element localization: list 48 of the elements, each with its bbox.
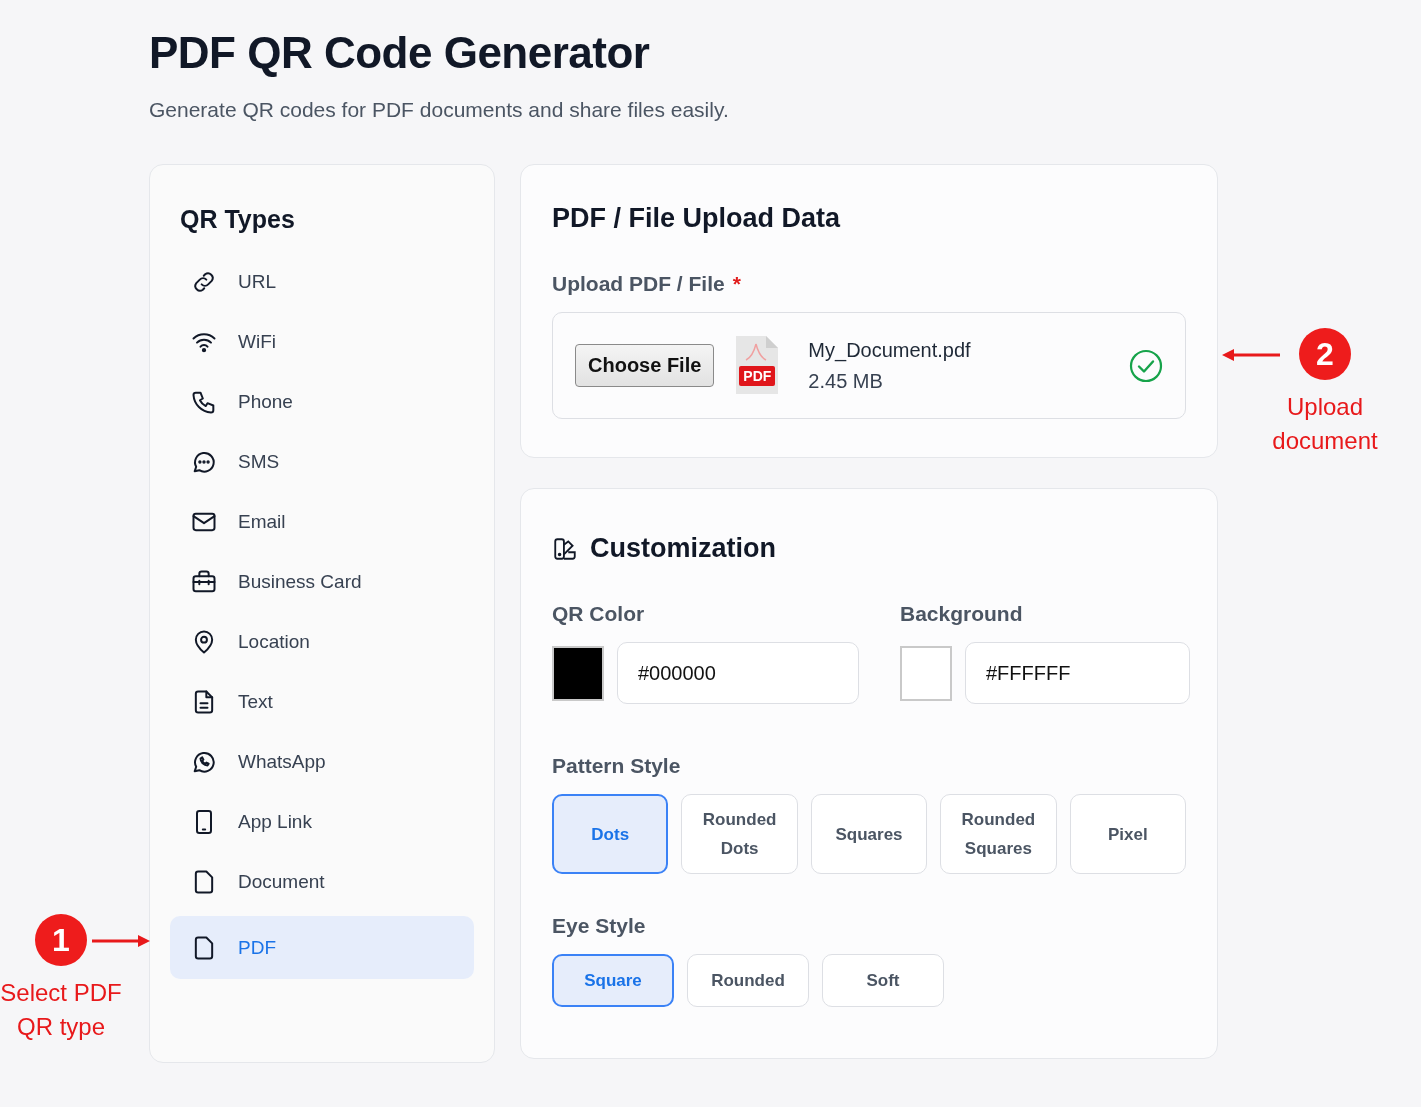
arrow-icon	[92, 933, 152, 949]
palette-icon	[552, 535, 578, 562]
sidebar-item[interactable]: URL	[170, 252, 474, 312]
card-title: PDF / File Upload Data	[552, 203, 842, 234]
required-mark: *	[732, 272, 741, 296]
pattern-option[interactable]: Pixel	[1069, 794, 1186, 874]
eye-style-option[interactable]: Square	[552, 954, 674, 1007]
sidebar-item[interactable]: Phone	[170, 372, 474, 432]
file-upload-field[interactable]: Choose File PDF My_Document.pdf 2.45 MB	[552, 312, 1186, 419]
eye-style-option[interactable]: Soft	[822, 954, 944, 1007]
sidebar-item[interactable]: App Link	[170, 792, 474, 852]
card-title: Customization	[590, 533, 776, 564]
sidebar-item[interactable]: PDF	[170, 916, 474, 979]
pattern-option[interactable]: Squares	[810, 794, 928, 874]
sidebar-item[interactable]: WhatsApp	[170, 732, 474, 792]
check-circle-icon	[1129, 348, 1163, 383]
sidebar-item[interactable]: Document	[170, 852, 474, 912]
eye-style-option[interactable]: Rounded	[687, 954, 809, 1007]
sidebar-item[interactable]: Text	[170, 672, 474, 732]
sidebar-item[interactable]: Business Card	[170, 552, 474, 612]
pattern-option[interactable]: Dots	[552, 794, 669, 874]
step-number: 1	[35, 914, 87, 966]
field-label: Pattern Style	[552, 754, 682, 778]
page-subtitle: Generate QR codes for PDF documents and share files easily.	[149, 98, 730, 122]
color-swatch[interactable]	[552, 645, 604, 701]
field-label: Eye Style	[552, 914, 647, 938]
file-name: My_Document.pdf	[808, 338, 971, 362]
sidebar-title: QR Types	[180, 205, 296, 234]
page-title: PDF QR Code Generator	[149, 28, 651, 78]
arrow-icon	[1220, 347, 1280, 363]
choose-file-button[interactable]: Choose File	[575, 344, 715, 387]
step-number: 2	[1299, 328, 1351, 380]
field-label: Upload PDF / File	[552, 272, 725, 296]
color-swatch[interactable]	[900, 645, 952, 701]
pattern-option[interactable]: Rounded Squares	[940, 794, 1057, 874]
file-size: 2.45 MB	[808, 369, 884, 393]
file-type-badge: PDF	[739, 365, 776, 386]
sidebar-item[interactable]: Email	[170, 492, 474, 552]
color-input[interactable]: #000000	[617, 642, 859, 704]
sidebar-item[interactable]: SMS	[170, 432, 474, 492]
sidebar-item[interactable]: Location	[170, 612, 474, 672]
annotation-label: Upload document	[1271, 392, 1379, 456]
sidebar-item[interactable]: WiFi	[170, 312, 474, 372]
field-label: Background	[900, 602, 1024, 626]
field-label: QR Color	[552, 602, 646, 626]
pattern-option[interactable]: Rounded Dots	[681, 794, 798, 874]
color-input[interactable]: #FFFFFF	[965, 642, 1190, 704]
annotation-label: Select PDF QR type	[0, 978, 122, 1042]
